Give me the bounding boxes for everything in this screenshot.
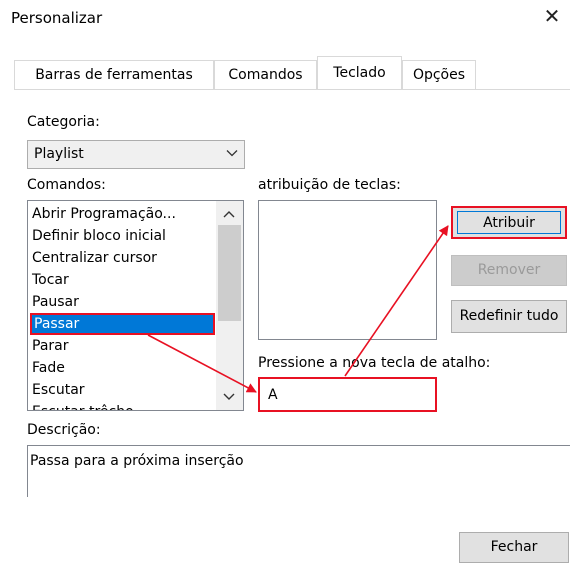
tab-barras-de-ferramentas[interactable]: Barras de ferramentas (14, 60, 214, 89)
tab-opcoes[interactable]: Opções (402, 60, 476, 89)
redefinir-tudo-button[interactable]: Redefinir tudo (451, 300, 567, 333)
comandos-label: Comandos: (27, 177, 106, 193)
categoria-selected-value: Playlist (34, 146, 84, 162)
chevron-down-icon[interactable] (222, 389, 236, 403)
list-item[interactable]: Escutar (32, 379, 85, 401)
remover-button[interactable]: Remover (451, 255, 567, 286)
categoria-select[interactable]: Playlist (27, 140, 245, 169)
tab-divider (14, 89, 570, 90)
list-item[interactable]: Parar (32, 335, 68, 357)
tab-teclado[interactable]: Teclado (317, 56, 402, 89)
chevron-up-icon[interactable] (222, 208, 236, 222)
key-assignments-list[interactable] (258, 200, 437, 340)
atribuir-button[interactable]: Atribuir (451, 206, 567, 239)
list-item-selected[interactable]: Passar (30, 313, 215, 335)
fechar-button[interactable]: Fechar (459, 532, 569, 563)
atalho-label: Pressione a nova tecla de atalho: (258, 355, 491, 371)
list-item[interactable]: Abrir Programação... (32, 203, 176, 225)
descricao-value: Passa para a próxima inserção (30, 453, 244, 469)
list-item[interactable]: Centralizar cursor (32, 247, 157, 269)
shortcut-input[interactable]: A (258, 377, 437, 412)
scroll-thumb[interactable] (218, 225, 241, 321)
shortcut-value: A (268, 387, 278, 403)
atribuicao-label: atribuição de teclas: (258, 177, 401, 193)
atribuir-label: Atribuir (483, 215, 535, 231)
descricao-label: Descrição: (27, 422, 101, 438)
tab-comandos[interactable]: Comandos (214, 60, 317, 89)
close-icon[interactable]: ✕ (539, 3, 565, 29)
list-item[interactable]: Escutar trêcho (32, 401, 134, 410)
categoria-label: Categoria: (27, 114, 100, 130)
list-scrollbar[interactable] (216, 201, 243, 410)
list-item[interactable]: Definir bloco inicial (32, 225, 166, 247)
descricao-field: Passa para a próxima inserção (27, 445, 570, 497)
window-title: Personalizar (11, 9, 103, 27)
chevron-down-icon (226, 150, 238, 157)
list-item[interactable]: Tocar (32, 269, 69, 291)
list-item[interactable]: Fade (32, 357, 65, 379)
list-item[interactable]: Pausar (32, 291, 79, 313)
comandos-list[interactable]: Abrir Programação... Definir bloco inici… (27, 200, 244, 411)
